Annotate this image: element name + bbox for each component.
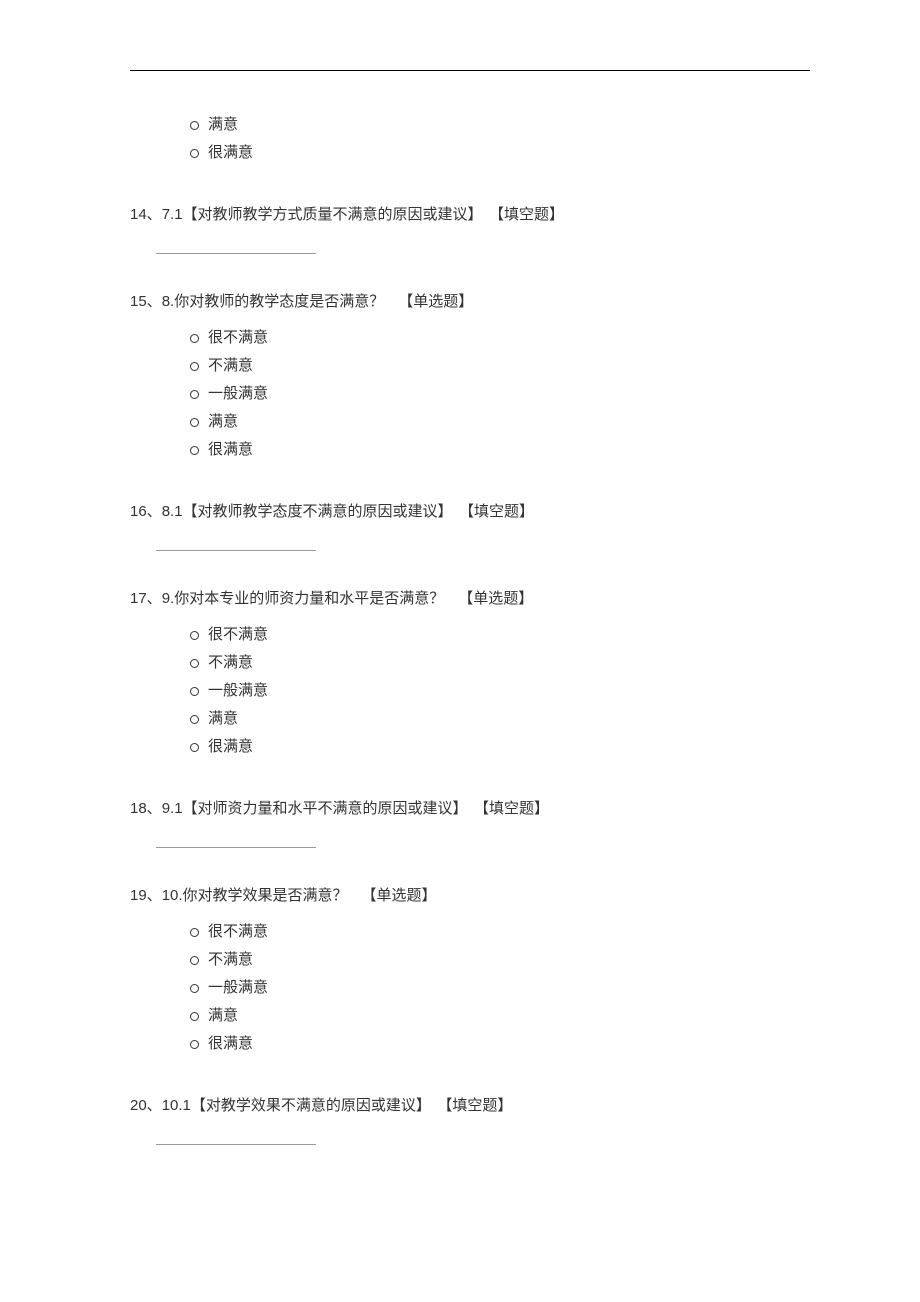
- question-title: 18、9.1【对师资力量和水平不满意的原因或建议】【填空题】: [130, 797, 810, 821]
- question-18: 18、9.1【对师资力量和水平不满意的原因或建议】【填空题】: [130, 797, 810, 848]
- question-title: 20、10.1【对教学效果不满意的原因或建议】【填空题】: [130, 1094, 810, 1118]
- list-item: 不满意: [190, 649, 810, 677]
- list-item: 很满意: [190, 139, 810, 167]
- question-type-tag: 【填空题】: [482, 800, 550, 817]
- question-label: 9.你对本专业的师资力量和水平是否满意？: [162, 590, 445, 607]
- fill-in-blank-line: [156, 550, 316, 551]
- question-type-tag: 【单选题】: [398, 293, 473, 310]
- question-type-tag: 【填空题】: [445, 1097, 513, 1114]
- question-type-tag: 【单选题】: [362, 887, 437, 904]
- question-label: 10.1【对教学效果不满意的原因或建议】: [162, 1097, 431, 1114]
- question-label: 9.1【对师资力量和水平不满意的原因或建议】: [162, 800, 468, 817]
- question-number: 20、: [130, 1097, 162, 1114]
- question-title: 15、8.你对教师的教学态度是否满意？ 【单选题】: [130, 290, 810, 314]
- list-item: 很满意: [190, 1030, 810, 1058]
- list-item: 一般满意: [190, 677, 810, 705]
- list-item: 很不满意: [190, 918, 810, 946]
- list-item: 一般满意: [190, 974, 810, 1002]
- question-17: 17、9.你对本专业的师资力量和水平是否满意？ 【单选题】 很不满意 不满意 一般…: [130, 587, 810, 761]
- question-15: 15、8.你对教师的教学态度是否满意？ 【单选题】 很不满意 不满意 一般满意 满…: [130, 290, 810, 464]
- fill-in-blank-line: [156, 1144, 316, 1145]
- question-number: 18、: [130, 800, 162, 817]
- list-item: 一般满意: [190, 380, 810, 408]
- question-label: 8.你对教师的教学态度是否满意？: [162, 293, 385, 310]
- question-title: 17、9.你对本专业的师资力量和水平是否满意？ 【单选题】: [130, 587, 810, 611]
- question-number: 19、: [130, 887, 162, 904]
- question-19: 19、10.你对教学效果是否满意？ 【单选题】 很不满意 不满意 一般满意 满意 …: [130, 884, 810, 1058]
- question-options: 很不满意 不满意 一般满意 满意 很满意: [130, 918, 810, 1058]
- question-options: 很不满意 不满意 一般满意 满意 很满意: [130, 621, 810, 761]
- fill-in-blank-line: [156, 847, 316, 848]
- question-20: 20、10.1【对教学效果不满意的原因或建议】【填空题】: [130, 1094, 810, 1145]
- list-item: 满意: [190, 1002, 810, 1030]
- question-13-options-partial: 满意 很满意: [130, 111, 810, 167]
- question-label: 10.你对教学效果是否满意？: [162, 887, 348, 904]
- question-number: 15、: [130, 293, 162, 310]
- question-type-tag: 【填空题】: [497, 206, 565, 223]
- question-16: 16、8.1【对教师教学态度不满意的原因或建议】【填空题】: [130, 500, 810, 551]
- question-number: 14、: [130, 206, 162, 223]
- document-page: 满意 很满意 14、7.1【对教师教学方式质量不满意的原因或建议】【填空题】 1…: [0, 0, 920, 1302]
- list-item: 很满意: [190, 436, 810, 464]
- question-label: 7.1【对教师教学方式质量不满意的原因或建议】: [162, 206, 483, 223]
- list-item: 满意: [190, 408, 810, 436]
- question-number: 17、: [130, 590, 162, 607]
- list-item: 很满意: [190, 733, 810, 761]
- fill-in-blank-line: [156, 253, 316, 254]
- list-item: 很不满意: [190, 324, 810, 352]
- question-type-tag: 【填空题】: [467, 503, 535, 520]
- question-number: 16、: [130, 503, 162, 520]
- question-14: 14、7.1【对教师教学方式质量不满意的原因或建议】【填空题】: [130, 203, 810, 254]
- list-item: 满意: [190, 705, 810, 733]
- question-label: 8.1【对教师教学态度不满意的原因或建议】: [162, 503, 453, 520]
- list-item: 不满意: [190, 946, 810, 974]
- list-item: 满意: [190, 111, 810, 139]
- question-type-tag: 【单选题】: [458, 590, 533, 607]
- list-item: 不满意: [190, 352, 810, 380]
- question-options: 很不满意 不满意 一般满意 满意 很满意: [130, 324, 810, 464]
- question-title: 16、8.1【对教师教学态度不满意的原因或建议】【填空题】: [130, 500, 810, 524]
- top-horizontal-rule: [130, 70, 810, 71]
- question-title: 19、10.你对教学效果是否满意？ 【单选题】: [130, 884, 810, 908]
- list-item: 很不满意: [190, 621, 810, 649]
- question-title: 14、7.1【对教师教学方式质量不满意的原因或建议】【填空题】: [130, 203, 810, 227]
